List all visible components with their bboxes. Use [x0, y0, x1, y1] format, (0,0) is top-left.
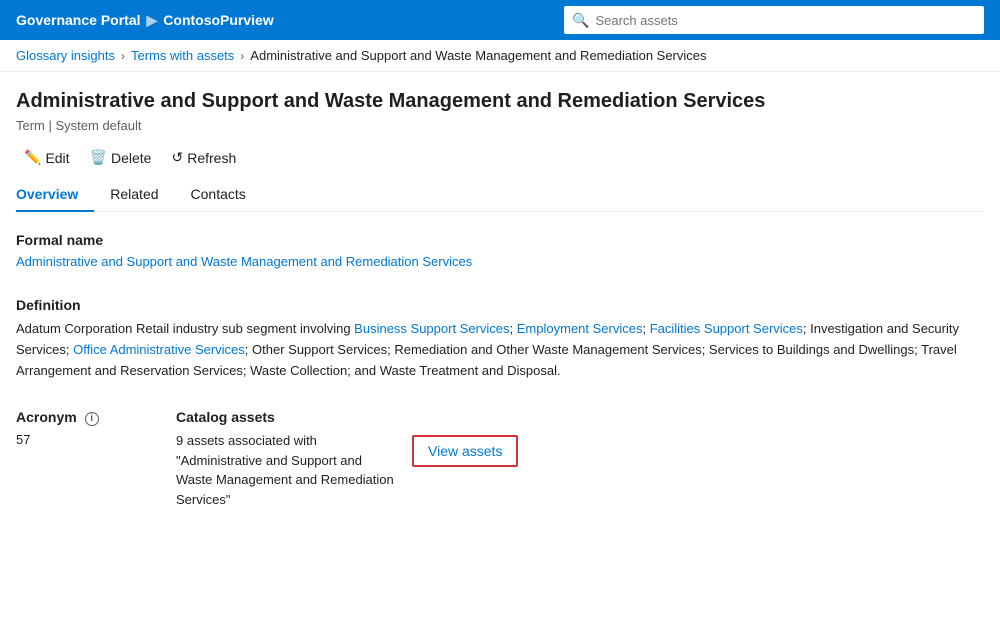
- definition-link-3: Facilities Support Services: [650, 321, 803, 336]
- breadcrumb-current: Administrative and Support and Waste Man…: [250, 48, 706, 63]
- definition-link-1: Business Support Services: [354, 321, 509, 336]
- edit-button[interactable]: ✏️ Edit: [16, 145, 78, 170]
- tabs: Overview Related Contacts: [16, 178, 984, 212]
- view-assets-button[interactable]: View assets: [412, 435, 518, 467]
- definition-text: Adatum Corporation Retail industry sub s…: [16, 319, 984, 381]
- search-bar[interactable]: 🔍: [564, 6, 984, 34]
- tab-contacts[interactable]: Contacts: [175, 178, 262, 212]
- catalog-assets-label: Catalog assets: [176, 409, 984, 425]
- breadcrumb-terms-with-assets[interactable]: Terms with assets: [131, 48, 234, 63]
- edit-label: Edit: [45, 150, 69, 166]
- tab-overview[interactable]: Overview: [16, 178, 94, 212]
- delete-icon: 🗑️: [90, 149, 107, 166]
- formal-name-label: Formal name: [16, 232, 984, 248]
- acronym-value: 57: [16, 432, 116, 447]
- breadcrumb-glossary-insights[interactable]: Glossary insights: [16, 48, 115, 63]
- definition-section: Definition Adatum Corporation Retail ind…: [16, 297, 984, 381]
- refresh-button[interactable]: ↺ Refresh: [163, 145, 244, 170]
- search-icon: 🔍: [572, 12, 589, 29]
- catalog-assets-text: 9 assets associated with "Administrative…: [176, 431, 396, 509]
- page-content: Administrative and Support and Waste Man…: [0, 72, 1000, 509]
- page-title: Administrative and Support and Waste Man…: [16, 88, 984, 114]
- catalog-assets-row: 9 assets associated with "Administrative…: [176, 431, 984, 509]
- formal-name-value: Administrative and Support and Waste Man…: [16, 254, 984, 269]
- breadcrumb-sep-1: ›: [121, 49, 125, 63]
- acronym-label-text: Acronym: [16, 409, 77, 425]
- definition-plain-2: ;: [510, 321, 517, 336]
- definition-plain-1: Adatum Corporation Retail industry sub s…: [16, 321, 354, 336]
- top-nav-bar: Governance Portal ▶ ContosoPurview 🔍: [0, 0, 1000, 40]
- breadcrumb: Glossary insights › Terms with assets › …: [0, 40, 1000, 72]
- formal-name-section: Formal name Administrative and Support a…: [16, 232, 984, 269]
- portal-name: Governance Portal: [16, 12, 141, 28]
- nav-separator: ▶: [147, 12, 158, 29]
- acronym-info-icon: i: [85, 412, 99, 426]
- acronym-label: Acronym i: [16, 409, 116, 425]
- page-subtitle: Term | System default: [16, 118, 984, 133]
- definition-link-4: Office Administrative Services: [73, 342, 245, 357]
- search-input[interactable]: [595, 13, 976, 28]
- catalog-assets-col: Catalog assets 9 assets associated with …: [176, 409, 984, 509]
- bottom-two-col: Acronym i 57 Catalog assets 9 assets ass…: [16, 409, 984, 509]
- breadcrumb-sep-2: ›: [240, 49, 244, 63]
- delete-button[interactable]: 🗑️ Delete: [82, 145, 160, 170]
- definition-plain-3: ;: [642, 321, 649, 336]
- edit-icon: ✏️: [24, 149, 41, 166]
- app-name: ContosoPurview: [163, 12, 273, 28]
- definition-label: Definition: [16, 297, 984, 313]
- tab-related[interactable]: Related: [94, 178, 174, 212]
- portal-title: Governance Portal ▶ ContosoPurview: [16, 12, 274, 29]
- refresh-label: Refresh: [187, 150, 236, 166]
- definition-link-2: Employment Services: [517, 321, 643, 336]
- acronym-col: Acronym i 57: [16, 409, 116, 446]
- refresh-icon: ↺: [171, 149, 183, 166]
- toolbar: ✏️ Edit 🗑️ Delete ↺ Refresh: [16, 145, 984, 178]
- delete-label: Delete: [111, 150, 151, 166]
- overview-content: Formal name Administrative and Support a…: [16, 232, 984, 509]
